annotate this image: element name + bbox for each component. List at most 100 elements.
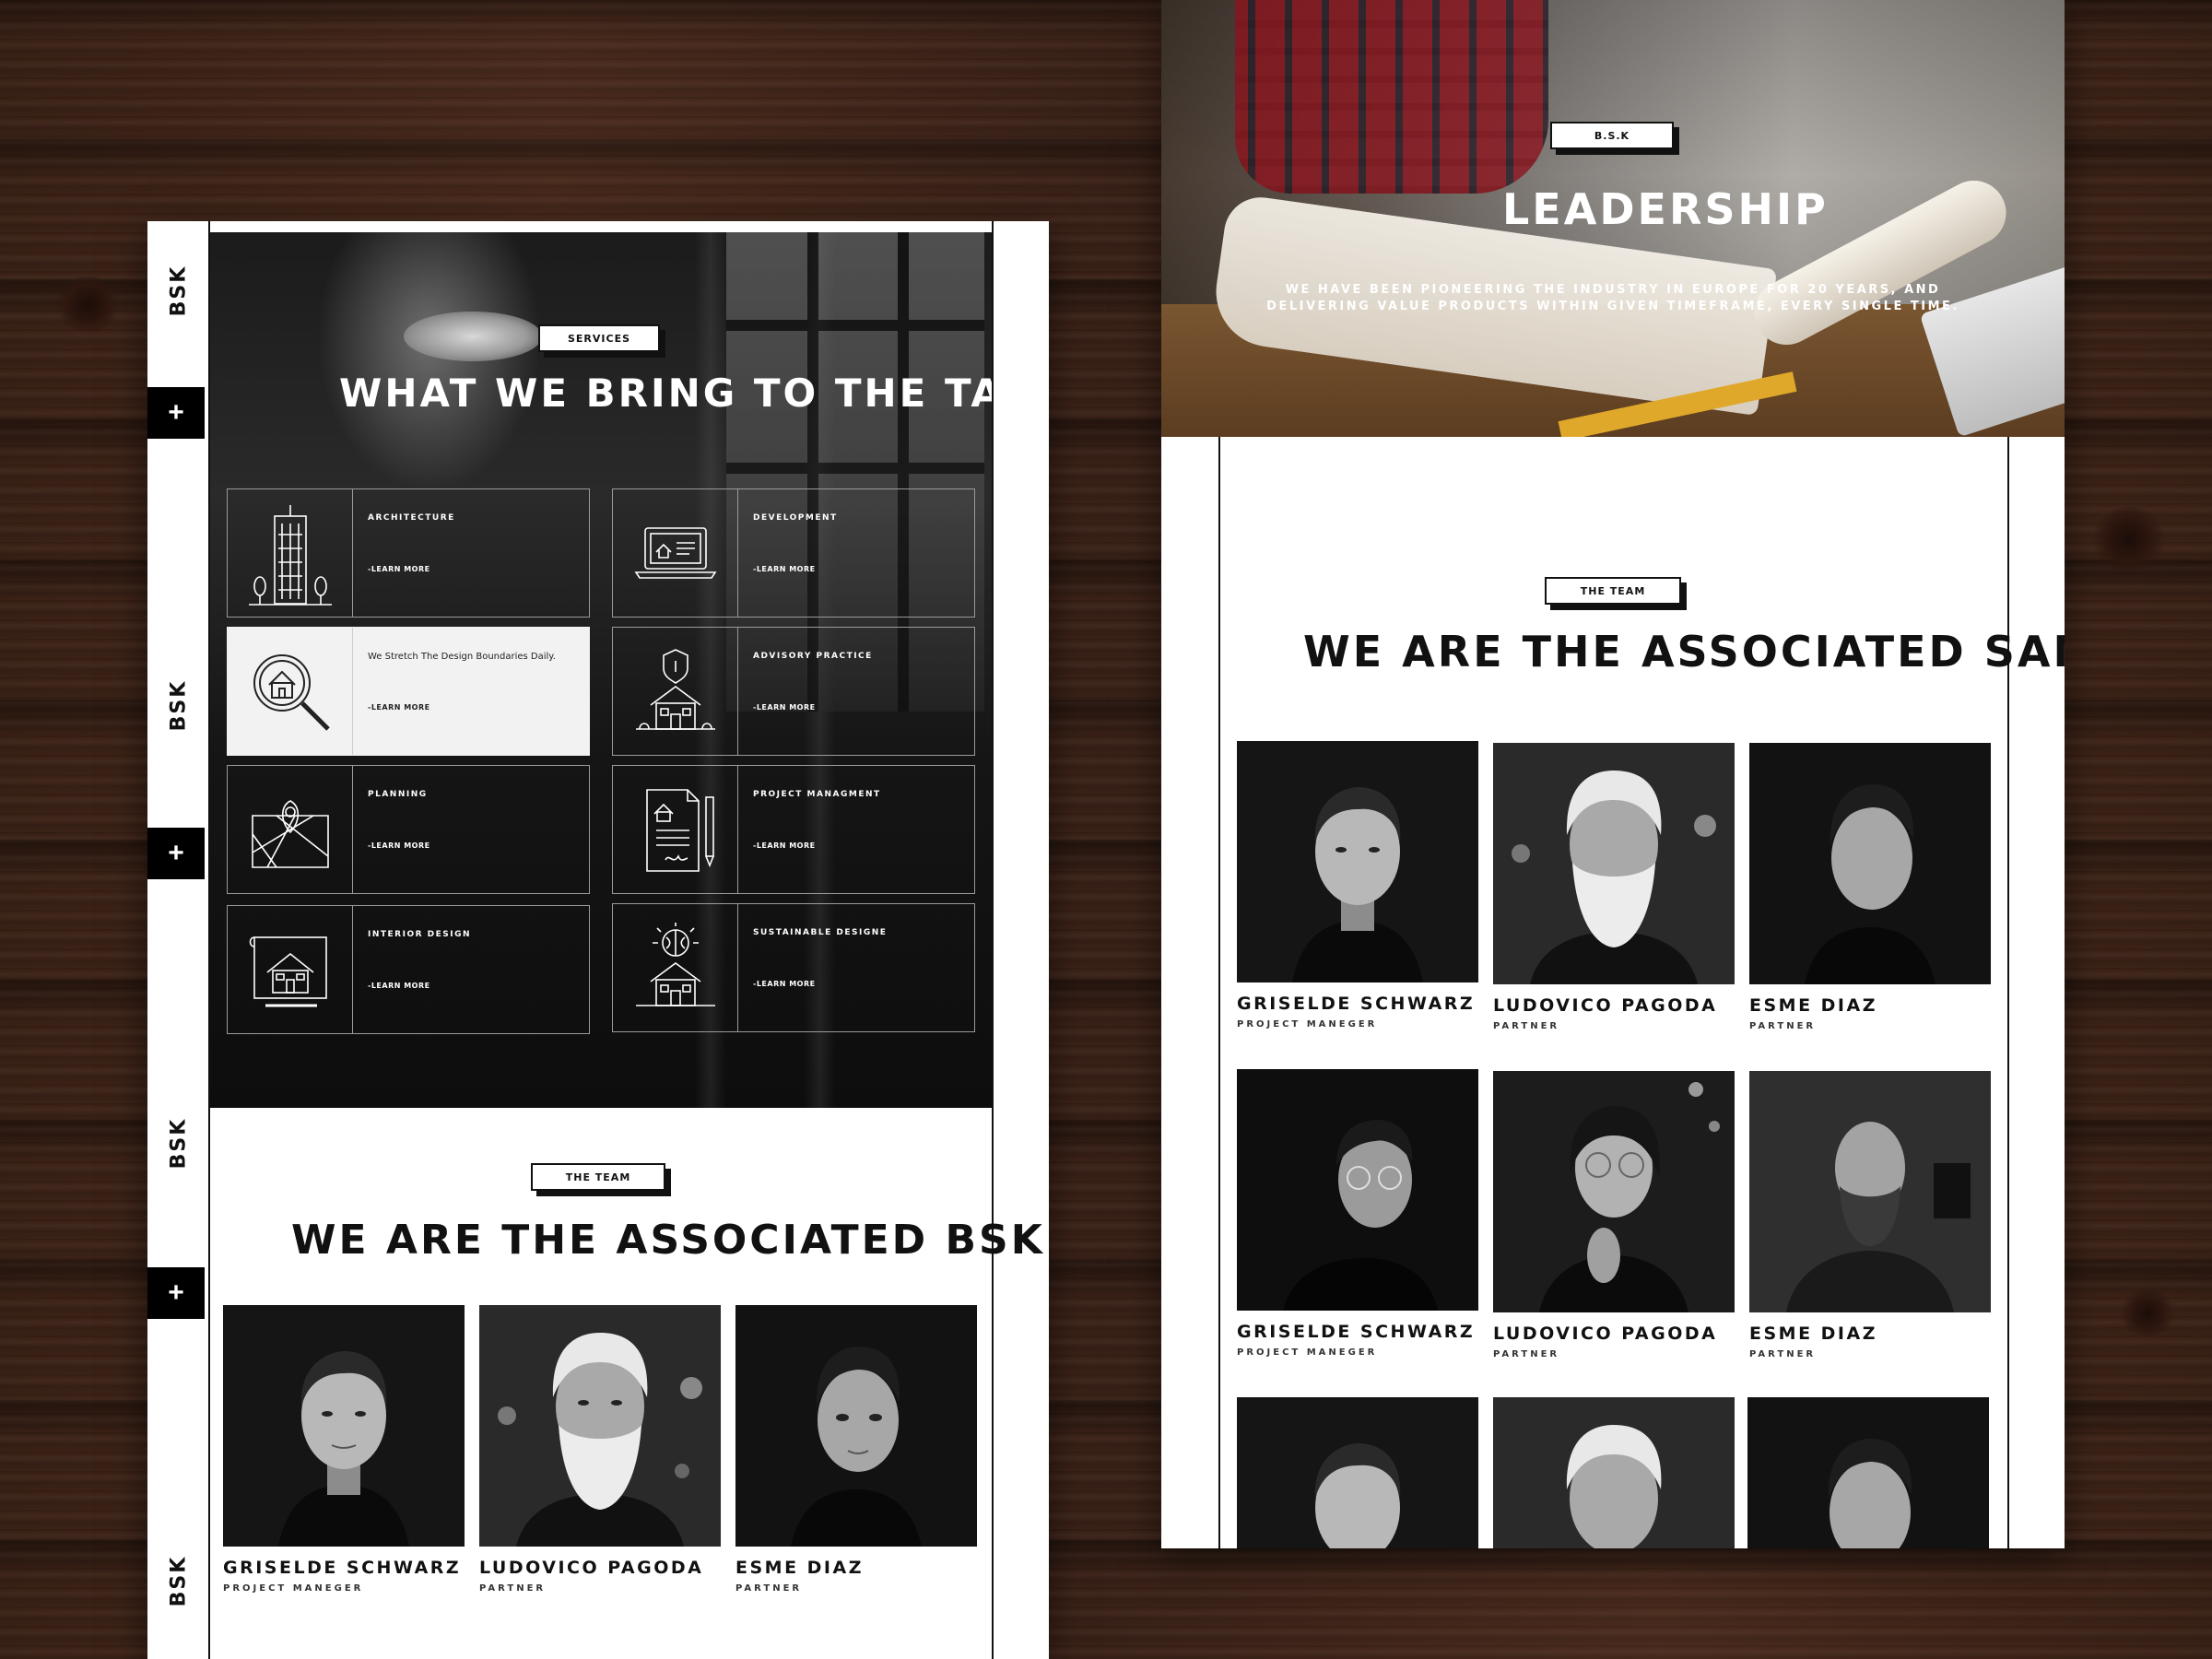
service-title: INTERIOR DESIGN <box>368 930 472 939</box>
team-member-card[interactable]: GRISELDE SCHWARZ PROJECT MANEGER <box>223 1305 465 1594</box>
member-role: PARTNER <box>1749 1349 1817 1359</box>
service-card-architecture[interactable]: ARCHITECTURE -LEARN MORE <box>227 488 590 618</box>
service-title: SUSTAINABLE DESIGNE <box>753 928 888 937</box>
services-section: SERVICES WHAT WE BRING TO THE TABLE ARCH… <box>210 232 992 1108</box>
service-card-development[interactable]: DEVELOPMENT -LEARN MORE <box>612 488 975 618</box>
service-card-sustainable-design[interactable]: SUSTAINABLE DESIGNE -LEARN MORE <box>612 903 975 1032</box>
rail-logo[interactable]: BSK <box>160 249 197 332</box>
member-role: PARTNER <box>1749 1021 1817 1031</box>
side-rail: BSK + BSK + BSK + BSK <box>147 221 208 1659</box>
team-tag: THE TEAM <box>1545 577 1681 605</box>
wood-knot <box>55 276 120 332</box>
team-member-card[interactable] <box>1237 1397 1478 1548</box>
hero-heading: LEADERSHIP <box>1502 184 1829 234</box>
avatar <box>1493 1397 1735 1548</box>
member-name: GRISELDE SCHWARZ <box>1237 994 1476 1014</box>
team-member-card[interactable]: ESME DIAZ PARTNER <box>1749 1071 1991 1359</box>
member-role: PARTNER <box>479 1583 547 1594</box>
document-pen-icon <box>613 766 738 893</box>
left-page-mockup: BSK + BSK + BSK + BSK SERVICES WHAT WE B… <box>147 221 1049 1659</box>
team-member-card[interactable]: LUDOVICO PAGODA PARTNER <box>479 1305 721 1594</box>
avatar <box>1237 741 1478 982</box>
avatar <box>735 1305 977 1547</box>
leadership-hero: B.S.K LEADERSHIP WE HAVE BEEN PIONEERING… <box>1161 0 2065 437</box>
hero-person <box>1235 0 1548 194</box>
avatar <box>1493 1071 1735 1312</box>
avatar <box>1237 1069 1478 1311</box>
member-role: PARTNER <box>1493 1349 1560 1359</box>
divider <box>992 221 994 1659</box>
learn-more-link[interactable]: -LEARN MORE <box>753 703 816 712</box>
service-title: We Stretch The Design Boundaries Daily. <box>368 652 556 662</box>
team-section: THE TEAM WE ARE THE ASSOCIATED BSK GRISE… <box>210 1108 1042 1659</box>
member-role: PROJECT MANEGER <box>1237 1019 1378 1030</box>
avatar <box>1493 743 1735 984</box>
member-name: GRISELDE SCHWARZ <box>1237 1322 1476 1342</box>
rail-plus-button[interactable]: + <box>147 387 205 439</box>
right-page-mockup: B.S.K LEADERSHIP WE HAVE BEEN PIONEERING… <box>1161 0 2065 1548</box>
team-member-card[interactable]: LUDOVICO PAGODA PARTNER <box>1493 1071 1735 1359</box>
service-title: DEVELOPMENT <box>753 513 838 523</box>
learn-more-link[interactable]: -LEARN MORE <box>753 565 816 573</box>
rail-logo[interactable]: BSK <box>160 1539 197 1622</box>
services-heading: WHAT WE BRING TO THE TABLE <box>339 371 992 416</box>
learn-more-link[interactable]: -LEARN MORE <box>753 841 816 850</box>
wood-knot <box>2120 1290 2175 1336</box>
team-member-card[interactable]: ESME DIAZ PARTNER <box>735 1305 977 1594</box>
avatar <box>479 1305 721 1547</box>
service-card-planning[interactable]: PLANNING -LEARN MORE <box>227 765 590 894</box>
team-member-card[interactable]: LUDOVICO PAGODA PARTNER <box>1493 743 1735 1031</box>
house-search-icon <box>228 628 353 755</box>
learn-more-link[interactable]: -LEARN MORE <box>368 565 430 573</box>
member-role: PROJECT MANEGER <box>1237 1347 1378 1358</box>
map-pin-icon <box>228 766 353 893</box>
laptop-icon <box>613 489 738 617</box>
rail-plus-button[interactable]: + <box>147 828 205 879</box>
team-member-card[interactable]: GRISELDE SCHWARZ PROJECT MANEGER <box>1237 741 1478 1030</box>
team-member-card[interactable] <box>1493 1397 1735 1548</box>
member-name: GRISELDE SCHWARZ <box>223 1558 462 1578</box>
team-member-card[interactable]: ESME DIAZ PARTNER <box>1749 743 1991 1031</box>
hero-subtitle: WE HAVE BEEN PIONEERING THE INDUSTRY IN … <box>1266 283 1959 313</box>
service-title: PROJECT MANAGMENT <box>753 790 881 799</box>
rail-plus-button[interactable]: + <box>147 1267 205 1319</box>
learn-more-link[interactable]: -LEARN MORE <box>368 703 430 712</box>
blueprint-house-icon <box>228 906 353 1033</box>
service-card-project-management[interactable]: PROJECT MANAGMENT -LEARN MORE <box>612 765 975 894</box>
shield-house-icon <box>613 628 738 755</box>
service-title: ADVISORY PRACTICE <box>753 652 873 661</box>
service-title: ARCHITECTURE <box>368 513 455 523</box>
avatar <box>223 1305 465 1547</box>
member-name: LUDOVICO PAGODA <box>479 1558 704 1578</box>
services-tag: SERVICES <box>538 324 660 352</box>
member-role: PROJECT MANEGER <box>223 1583 364 1594</box>
avatar <box>1747 1397 1989 1548</box>
member-role: PARTNER <box>735 1583 803 1594</box>
service-card-design[interactable]: We Stretch The Design Boundaries Daily. … <box>227 627 590 756</box>
service-card-advisory[interactable]: ADVISORY PRACTICE -LEARN MORE <box>612 627 975 756</box>
service-title: PLANNING <box>368 790 428 799</box>
member-name: ESME DIAZ <box>1749 1324 1877 1344</box>
hero-tag: B.S.K <box>1550 122 1674 149</box>
divider <box>1218 437 1220 1548</box>
brain-house-icon <box>613 904 738 1031</box>
avatar <box>1237 1397 1478 1548</box>
skyscraper-icon <box>228 489 353 617</box>
service-card-interior-design[interactable]: INTERIOR DESIGN -LEARN MORE <box>227 905 590 1034</box>
member-role: PARTNER <box>1493 1021 1560 1031</box>
avatar <box>1749 1071 1991 1312</box>
wood-knot <box>2092 507 2166 571</box>
divider <box>2007 437 2009 1548</box>
learn-more-link[interactable]: -LEARN MORE <box>368 841 430 850</box>
learn-more-link[interactable]: -LEARN MORE <box>368 982 430 990</box>
rail-logo[interactable]: BSK <box>160 664 197 747</box>
member-name: LUDOVICO PAGODA <box>1493 995 1718 1016</box>
rail-logo[interactable]: BSK <box>160 1101 197 1184</box>
member-name: ESME DIAZ <box>1749 995 1877 1016</box>
member-name: ESME DIAZ <box>735 1558 864 1578</box>
team-member-card[interactable] <box>1747 1397 1989 1548</box>
background-lamp <box>404 312 542 361</box>
avatar <box>1749 743 1991 984</box>
team-member-card[interactable]: GRISELDE SCHWARZ PROJECT MANEGER <box>1237 1069 1478 1358</box>
learn-more-link[interactable]: -LEARN MORE <box>753 980 816 988</box>
